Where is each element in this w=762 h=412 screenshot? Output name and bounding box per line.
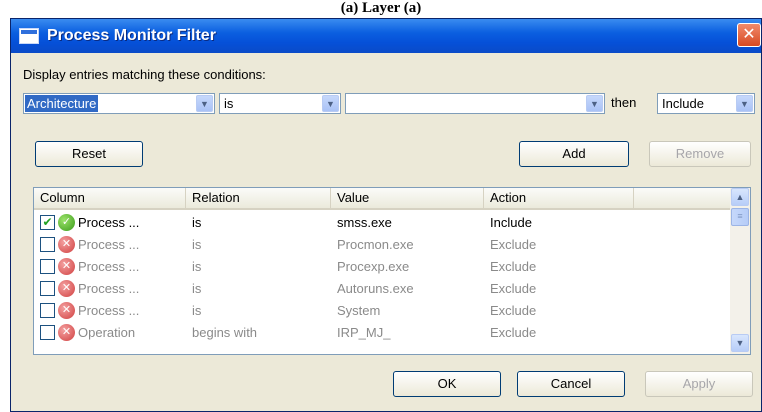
x-circle-icon: ✕ — [58, 236, 75, 253]
column-header-action[interactable]: Action — [484, 188, 634, 208]
row-value: IRP_MJ_ — [337, 325, 391, 340]
scroll-down-icon[interactable]: ▼ — [731, 334, 749, 352]
row-relation: is — [192, 259, 202, 274]
row-action: Exclude — [490, 325, 537, 340]
x-circle-icon: ✕ — [58, 302, 75, 319]
relation-dropdown-value: is — [224, 96, 234, 111]
chevron-down-icon[interactable]: ▼ — [736, 95, 753, 112]
table-row[interactable]: ✕ Operation begins with IRP_MJ_ Exclude — [34, 322, 730, 344]
x-circle-icon: ✕ — [58, 324, 75, 341]
value-dropdown[interactable]: ▼ — [345, 93, 605, 114]
list-header: Column Relation Value Action — [34, 188, 730, 210]
row-checkbox[interactable] — [40, 303, 55, 318]
then-label: then — [611, 95, 637, 110]
row-value: Autoruns.exe — [337, 281, 414, 296]
remove-button[interactable]: Remove — [649, 141, 751, 167]
chevron-down-icon[interactable]: ▼ — [322, 95, 339, 112]
apply-button[interactable]: Apply — [645, 371, 753, 397]
row-column: Operation — [78, 325, 136, 340]
add-button[interactable]: Add — [519, 141, 629, 167]
row-relation: is — [192, 303, 202, 318]
row-checkbox[interactable] — [40, 237, 55, 252]
row-value: smss.exe — [337, 215, 392, 230]
column-header-column[interactable]: Column — [34, 188, 186, 208]
window-icon — [19, 28, 39, 44]
table-row[interactable]: ✕ Process ... is System Exclude — [34, 300, 730, 322]
column-header-value[interactable]: Value — [331, 188, 484, 208]
window-title: Process Monitor Filter — [47, 27, 216, 44]
filter-list[interactable]: Column Relation Value Action ✔ ✓ Process… — [33, 187, 751, 355]
row-column: Process ... — [78, 303, 140, 318]
table-row[interactable]: ✕ Process ... is Autoruns.exe Exclude — [34, 278, 730, 300]
row-checkbox[interactable] — [40, 325, 55, 340]
chevron-down-icon[interactable]: ▼ — [196, 95, 213, 112]
row-column: Process ... — [78, 237, 140, 252]
row-action: Exclude — [490, 281, 537, 296]
relation-dropdown[interactable]: is ▼ — [219, 93, 341, 114]
reset-button[interactable]: Reset — [35, 141, 143, 167]
table-row[interactable]: ✔ ✓ Process ... is smss.exe Include — [34, 212, 730, 234]
column-header-filler — [634, 188, 730, 208]
table-row[interactable]: ✕ Process ... is Procexp.exe Exclude — [34, 256, 730, 278]
column-header-relation[interactable]: Relation — [186, 188, 331, 208]
title-bar[interactable]: Process Monitor Filter ✕ — [11, 19, 761, 53]
table-row[interactable]: ✕ Process ... is Procmon.exe Exclude — [34, 234, 730, 256]
column-dropdown-value: Architecture — [25, 95, 99, 112]
row-column: Process ... — [78, 281, 140, 296]
row-action: Exclude — [490, 237, 537, 252]
vertical-scrollbar[interactable]: ▲ ≡ ▼ — [730, 188, 750, 354]
row-relation: is — [192, 215, 202, 230]
row-value: Procexp.exe — [337, 259, 410, 274]
row-relation: begins with — [192, 325, 258, 340]
scroll-thumb[interactable]: ≡ — [731, 208, 749, 226]
row-checkbox[interactable] — [40, 259, 55, 274]
close-button[interactable]: ✕ — [737, 23, 761, 47]
process-monitor-filter-dialog: Process Monitor Filter ✕ Display entries… — [10, 18, 762, 412]
row-relation: is — [192, 281, 202, 296]
row-relation: is — [192, 237, 202, 252]
action-dropdown[interactable]: Include ▼ — [657, 93, 755, 114]
cancel-button[interactable]: Cancel — [517, 371, 625, 397]
row-checkbox[interactable]: ✔ — [40, 215, 55, 230]
row-action: Exclude — [490, 259, 537, 274]
row-action: Exclude — [490, 303, 537, 318]
scroll-up-icon[interactable]: ▲ — [731, 188, 749, 206]
x-circle-icon: ✕ — [58, 280, 75, 297]
row-value: Procmon.exe — [337, 237, 414, 252]
row-action: Include — [490, 215, 532, 230]
row-value: System — [337, 303, 381, 318]
row-column: Process ... — [78, 259, 140, 274]
action-dropdown-value: Include — [662, 96, 704, 111]
close-icon: ✕ — [742, 26, 756, 43]
column-dropdown[interactable]: Architecture ▼ — [23, 93, 215, 114]
chevron-down-icon[interactable]: ▼ — [586, 95, 603, 112]
x-circle-icon: ✕ — [58, 258, 75, 275]
ok-button[interactable]: OK — [393, 371, 501, 397]
row-checkbox[interactable] — [40, 281, 55, 296]
row-column: Process ... — [78, 215, 140, 230]
check-circle-icon: ✓ — [58, 214, 75, 231]
instruction-label: Display entries matching these condition… — [23, 67, 266, 82]
